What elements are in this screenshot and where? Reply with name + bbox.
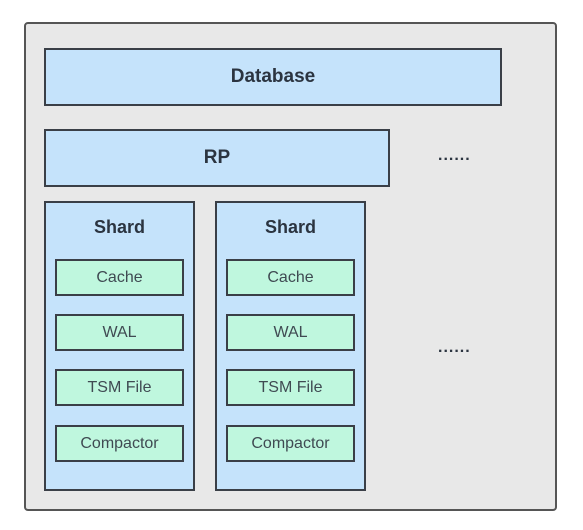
- tsm-file-box: TSM File: [226, 369, 355, 406]
- rp-ellipsis: ......: [438, 147, 471, 164]
- wal-box: WAL: [226, 314, 355, 351]
- database-box: Database: [44, 48, 502, 106]
- compactor-box: Compactor: [55, 425, 184, 462]
- tsm-file-box: TSM File: [55, 369, 184, 406]
- wal-box: WAL: [55, 314, 184, 351]
- rp-box: RP: [44, 129, 390, 187]
- compactor-box: Compactor: [226, 425, 355, 462]
- shard-ellipsis: ......: [438, 339, 471, 356]
- cache-box: Cache: [55, 259, 184, 296]
- cache-box: Cache: [226, 259, 355, 296]
